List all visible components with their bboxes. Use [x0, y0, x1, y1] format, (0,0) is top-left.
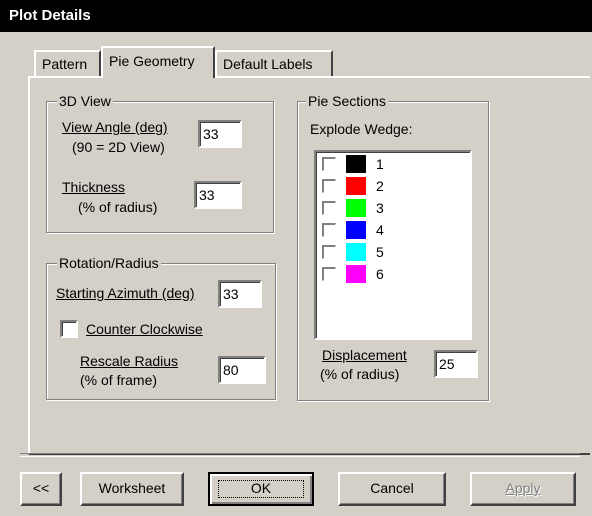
wedge-1-checkbox[interactable] — [322, 157, 336, 171]
wedge-1-label: 1 — [376, 156, 384, 172]
wedge-4-checkbox[interactable] — [322, 223, 336, 237]
tab-pie-geometry-label: Pie Geometry — [109, 53, 195, 69]
thickness-input[interactable]: 33 — [194, 181, 242, 209]
thickness-hint: (% of radius) — [78, 199, 158, 215]
back-button[interactable]: << — [20, 472, 62, 506]
wedge-6-label: 6 — [376, 266, 384, 282]
wedge-2-checkbox[interactable] — [322, 179, 336, 193]
counter-clockwise-checkbox[interactable] — [60, 320, 78, 338]
wedge-row-1[interactable]: 1 — [316, 154, 466, 176]
explode-wedge-label: Explode Wedge: — [310, 121, 413, 137]
group-rotation-legend: Rotation/Radius — [57, 254, 161, 272]
apply-button[interactable]: Apply — [470, 472, 576, 506]
ok-button[interactable]: OK — [208, 472, 314, 506]
thickness-label: Thickness — [62, 179, 126, 195]
view-angle-input[interactable]: 33 — [198, 120, 242, 148]
title-bar[interactable]: Plot Details — [0, 0, 592, 32]
ok-focus-rect — [218, 480, 304, 498]
tab-default-labels[interactable]: Default Labels — [215, 50, 333, 78]
window-title: Plot Details — [9, 7, 91, 24]
azimuth-input[interactable]: 33 — [218, 280, 262, 308]
displacement-hint: (% of radius) — [320, 366, 400, 382]
explode-wedge-list[interactable]: 1 2 3 4 5 6 — [314, 150, 472, 340]
cancel-button[interactable]: Cancel — [338, 472, 446, 506]
wedge-1-color-swatch — [346, 155, 366, 173]
wedge-3-color-swatch — [346, 199, 366, 217]
tab-pattern[interactable]: Pattern — [34, 50, 101, 78]
wedge-5-checkbox[interactable] — [322, 245, 336, 259]
wedge-3-checkbox[interactable] — [322, 201, 336, 215]
azimuth-label: Starting Azimuth (deg) — [56, 285, 195, 301]
wedge-3-label: 3 — [376, 200, 384, 216]
wedge-row-5[interactable]: 5 — [316, 242, 466, 264]
group-pie-sections-legend: Pie Sections — [306, 92, 388, 110]
wedge-row-2[interactable]: 2 — [316, 176, 466, 198]
wedge-2-label: 2 — [376, 178, 384, 194]
wedge-row-6[interactable]: 6 — [316, 264, 466, 286]
counter-clockwise-label[interactable]: Counter Clockwise — [86, 320, 203, 338]
tab-default-labels-label: Default Labels — [223, 56, 313, 72]
rescale-radius-label: Rescale Radius — [80, 353, 179, 369]
plot-details-dialog: Plot Details Pattern Pie Geometry Defaul… — [0, 0, 592, 516]
wedge-2-color-swatch — [346, 177, 366, 195]
apply-button-label: Apply — [505, 480, 541, 496]
rescale-radius-input[interactable]: 80 — [218, 356, 266, 384]
wedge-row-3[interactable]: 3 — [316, 198, 466, 220]
displacement-label: Displacement — [322, 347, 407, 363]
wedge-5-label: 5 — [376, 244, 384, 260]
wedge-4-color-swatch — [346, 221, 366, 239]
rescale-radius-hint: (% of frame) — [80, 372, 158, 388]
wedge-6-checkbox[interactable] — [322, 267, 336, 281]
worksheet-button[interactable]: Worksheet — [80, 472, 184, 506]
view-angle-label: View Angle (deg) — [62, 119, 168, 135]
wedge-5-color-swatch — [346, 243, 366, 261]
tab-pie-geometry[interactable]: Pie Geometry — [101, 46, 215, 78]
wedge-4-label: 4 — [376, 222, 384, 238]
displacement-input[interactable]: 25 — [434, 350, 478, 378]
wedge-6-color-swatch — [346, 265, 366, 283]
view-angle-hint: (90 = 2D View) — [72, 139, 165, 155]
button-separator — [20, 453, 580, 457]
group-3d-view-legend: 3D View — [57, 92, 113, 110]
tab-pattern-label: Pattern — [42, 56, 88, 72]
wedge-row-4[interactable]: 4 — [316, 220, 466, 242]
